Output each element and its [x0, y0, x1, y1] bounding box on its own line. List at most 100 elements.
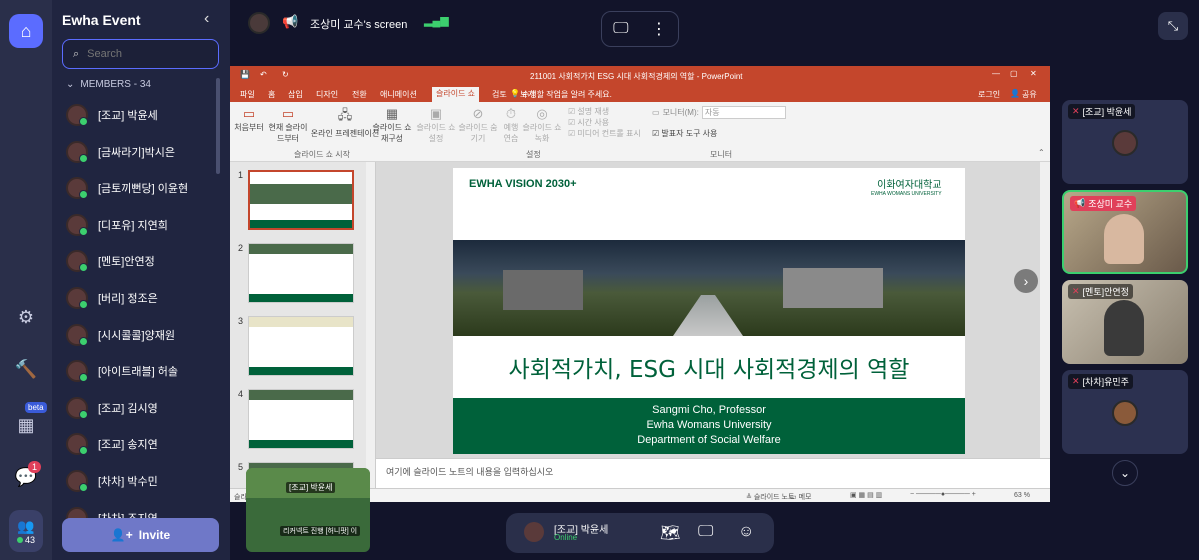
signal-icon: ▂▄▆ [424, 15, 449, 27]
ribbon-tab[interactable]: 디자인 [316, 89, 338, 100]
monitor-icon[interactable]: 🖵 [613, 20, 628, 38]
member-item[interactable]: [금싸라기]박시은 [66, 139, 175, 165]
view-buttons[interactable]: ▣ ▦ ▤ ▥ [850, 491, 882, 499]
custom-show-button[interactable]: ▦ 슬라이드 쇼 재구성 [370, 106, 414, 144]
video-tile-2[interactable]: 📢 조상미 교수 [1062, 190, 1188, 274]
current-slide[interactable]: EWHA VISION 2030+ 이화여자대학교 EWHA WOMANS UN… [453, 168, 965, 454]
video-tile-1[interactable]: ✕ [조교] 박윤세 [1062, 100, 1188, 184]
rehearse-button[interactable]: ⏱ 예행 연습 [500, 106, 522, 144]
thumbnail-pane[interactable]: 1 2 3 4 5 [230, 162, 376, 488]
setup-icon: ▣ [429, 106, 443, 121]
invite-button[interactable]: 👤+ Invite [62, 518, 219, 552]
more-options-icon[interactable]: ⋮ [651, 19, 667, 39]
chevron-down-icon: ⌄ [1119, 466, 1131, 480]
members-header[interactable]: ⌄ MEMBERS - 34 [66, 79, 151, 90]
thumbnail-number: 4 [238, 389, 244, 399]
calendar-button[interactable]: ▦ [9, 408, 43, 442]
thumbnail-footer [250, 220, 352, 228]
author-block: Sangmi Cho, Professor Ewha Womans Univer… [453, 398, 965, 454]
map-icon[interactable]: 🗺 [660, 523, 680, 543]
people-button[interactable]: 👥 43 [9, 510, 43, 552]
slide-thumbnail[interactable] [248, 243, 354, 303]
tell-me-input[interactable]: 수행할 작업을 알려 주세요. [522, 89, 612, 100]
minimap[interactable]: [조교] 박윤세 리커넥트 진행 [허니팟] 이 [246, 468, 370, 552]
timing-checkbox[interactable]: ☑ 시간 사용 [568, 117, 641, 128]
setup-show-button[interactable]: ▣ 슬라이드 쇼 설정 [416, 106, 456, 144]
member-name: [금싸라기]박시은 [98, 146, 175, 159]
redo-icon[interactable]: ↻ [282, 70, 289, 79]
online-dot [16, 536, 23, 543]
from-current-button[interactable]: ▭ 현재 슬라이드부터 [268, 106, 308, 144]
ribbon-tab[interactable]: 파일 [240, 89, 255, 100]
univ-en: EWHA WOMANS UNIVERSITY [871, 191, 942, 197]
member-item[interactable]: [조교] 박윤세 [66, 102, 158, 128]
from-start-button[interactable]: ▭ 처음부터 [232, 106, 266, 133]
more-tiles-button[interactable]: ⌄ [1112, 460, 1138, 486]
video-tile-3[interactable]: ✕ [멘토]안연정 [1062, 280, 1188, 364]
notes-pane[interactable]: 여기에 슬라이드 노트의 내용을 입력하십시오 [376, 458, 1050, 488]
build-button[interactable]: 🔨 [9, 352, 43, 386]
member-item[interactable]: [시시콜콜]양재원 [66, 322, 175, 348]
mic-off-icon: ✕ [1072, 106, 1080, 116]
ribbon-tab[interactable]: 전환 [352, 89, 367, 100]
zoom-level[interactable]: 63 % [1014, 492, 1030, 499]
video-tile-4[interactable]: ✕ [차차]유민주 [1062, 370, 1188, 454]
close-icon[interactable]: ✕ [1030, 69, 1037, 78]
member-item[interactable]: [디포유] 지연희 [66, 212, 168, 238]
avatar [66, 470, 88, 492]
tile-name: [차차]유민주 [1082, 377, 1129, 387]
zoom-slider[interactable]: − ─────●───── + [910, 491, 976, 498]
next-slide-button[interactable]: › [1014, 269, 1038, 293]
collapse-sidebar-button[interactable]: ‹ [204, 10, 209, 28]
slide-editor: EWHA VISION 2030+ 이화여자대학교 EWHA WOMANS UN… [376, 162, 1050, 458]
comments-toggle[interactable]: ▭ 메모 [790, 492, 811, 502]
path-shape [673, 295, 743, 336]
member-item[interactable]: [버리] 정조은 [66, 285, 158, 311]
ribbon-tab[interactable]: 홈 [268, 89, 275, 100]
settings-button[interactable]: ⚙ [9, 300, 43, 334]
minimize-icon[interactable]: — [992, 69, 1000, 78]
ribbon-tab[interactable]: 슬라이드 쇼 [432, 87, 480, 102]
login-link[interactable]: 로그인 [978, 89, 1000, 100]
tile-name: 조상미 교수 [1088, 199, 1133, 209]
screen-share-icon[interactable]: 🖵 [698, 523, 713, 541]
sidebar-scrollbar[interactable] [216, 78, 220, 174]
presenter-avatar [248, 12, 270, 34]
slide-thumbnail[interactable] [248, 170, 354, 230]
share-button[interactable]: 공유 [1022, 89, 1037, 100]
notes-toggle[interactable]: ≜ 슬라이드 노트 [746, 492, 794, 502]
home-button[interactable]: ⌂ [9, 14, 43, 48]
beta-badge: beta [25, 402, 47, 413]
ppt-titlebar: 💾 ↶ ↻ 211001 사회적가치 ESG 시대 사회적경제의 역할 - Po… [230, 66, 1050, 86]
avatar [66, 213, 88, 236]
maximize-icon[interactable]: ▢ [1010, 69, 1018, 78]
member-item[interactable]: [아이트래블] 허솔 [66, 358, 178, 384]
search-box[interactable]: ⌕ [62, 39, 219, 69]
media-checkbox[interactable]: ☑ 미디어 컨트롤 표시 [568, 128, 641, 139]
save-icon[interactable]: 💾 [240, 70, 250, 79]
ribbon-tab[interactable]: 삽입 [288, 89, 303, 100]
member-item[interactable]: [조교] 송지연 [66, 431, 158, 457]
avatar [66, 287, 88, 309]
search-input[interactable] [87, 48, 198, 60]
ribbon-tab[interactable]: 애니메이션 [380, 89, 417, 100]
undo-icon[interactable]: ↶ [260, 70, 267, 79]
record-button[interactable]: ◎ 슬라이드 쇼 녹화 [522, 106, 562, 144]
monitor-select[interactable]: 자동 [701, 106, 786, 119]
thumb-scrollbar[interactable] [366, 162, 375, 488]
member-item[interactable]: [조교] 김시영 [66, 395, 158, 421]
slide-scrollbar[interactable] [1040, 162, 1050, 458]
presenter-view-checkbox[interactable]: ☑ 발표자 도구 사용 [652, 128, 717, 139]
slide-thumbnail[interactable] [248, 389, 354, 449]
member-item[interactable]: [차차] 박수민 [66, 468, 158, 494]
narration-checkbox[interactable]: ☑ 설명 재생 [568, 106, 641, 117]
slide-thumbnail[interactable] [248, 316, 354, 376]
hide-slide-button[interactable]: ⊘ 슬라이드 숨기기 [458, 106, 498, 144]
emoji-icon[interactable]: ☺ [738, 523, 754, 541]
ribbon-tab[interactable]: 검토 [492, 89, 507, 100]
fullscreen-button[interactable]: ⤡ [1158, 12, 1188, 40]
thumbnail-number: 2 [238, 243, 244, 253]
member-item[interactable]: [멘토]안연정 [66, 248, 155, 274]
collapse-ribbon-icon[interactable]: ⌃ [1038, 148, 1045, 157]
member-item[interactable]: [금토끼뻔당] 이윤현 [66, 175, 188, 201]
